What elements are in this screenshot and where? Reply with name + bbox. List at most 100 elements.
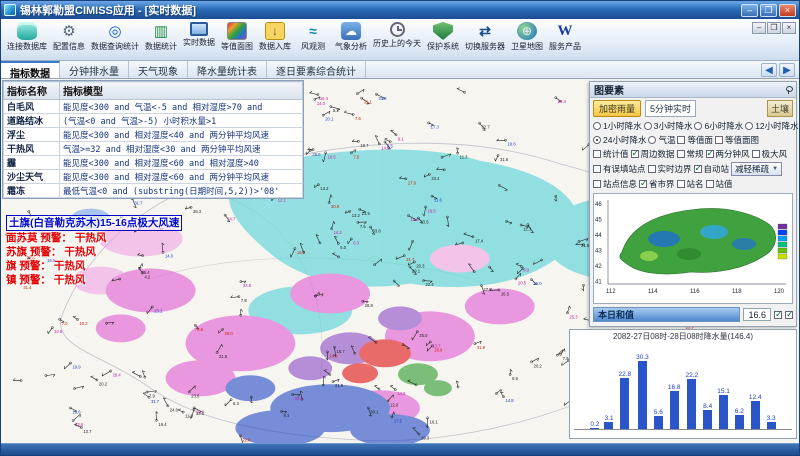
wind-obs-icon: ≈ [303, 22, 323, 40]
toolbar-realtime-data[interactable]: 实时数据 [180, 21, 218, 53]
svg-text:30.1: 30.1 [370, 410, 379, 415]
realtime-data-icon [190, 22, 208, 36]
child-restore-button[interactable]: ❐ [767, 22, 781, 34]
option-两分钟风[interactable]: 两分钟风 [706, 148, 750, 160]
radio-1小时降水 [593, 122, 601, 130]
svg-text:41: 41 [595, 280, 602, 286]
toolbar-data-stats[interactable]: ▥数据统计 [142, 21, 180, 53]
option-6小时降水[interactable]: 6小时降水 [694, 120, 743, 132]
svg-text:27.8: 27.8 [483, 287, 492, 292]
svg-text:20.9: 20.9 [331, 204, 340, 209]
svg-text:31.1: 31.1 [364, 100, 373, 105]
five-min-realtime-button[interactable]: 5分钟实时 [645, 100, 696, 117]
option-有误填站点[interactable]: 有误填站点 [593, 163, 646, 175]
chart-bar-group: 5.6 [654, 409, 663, 429]
option-极大风[interactable]: 极大风 [752, 148, 788, 160]
svg-text:25.3: 25.3 [570, 314, 579, 319]
option-气温[interactable]: 气温 [648, 134, 675, 146]
option-省市界[interactable]: 省市界 [639, 178, 675, 190]
bar-value-label: 6.2 [735, 408, 744, 415]
toolbar-data-query-stats[interactable]: ◎数据查询统计 [88, 21, 142, 53]
svg-text:17.5: 17.5 [394, 419, 403, 424]
toolbar-protect-system[interactable]: 保护系统 [424, 21, 462, 53]
option-3小时降水[interactable]: 3小时降水 [644, 120, 693, 132]
option-等值面[interactable]: 等值面 [677, 134, 713, 146]
soil-tab[interactable]: 土壤 [767, 100, 793, 117]
svg-text:6.3: 6.3 [353, 240, 359, 245]
encrypted-rain-button[interactable]: 加密雨量 [593, 100, 641, 117]
toolbar-data-import[interactable]: ↓数据入库 [256, 21, 294, 53]
option-减轻稀疏[interactable]: 减轻稀疏 [731, 162, 782, 176]
svg-text:8.5: 8.5 [512, 376, 518, 381]
svg-text:18.7: 18.7 [360, 143, 369, 148]
tab-天气现象[interactable]: 天气现象 [129, 61, 188, 78]
option-站值[interactable]: 站值 [706, 178, 733, 190]
option-周边数据[interactable]: 周边数据 [631, 148, 675, 160]
status-bar [1, 443, 799, 455]
svg-text:14.9: 14.9 [329, 353, 338, 358]
option-统计值[interactable]: 统计值 [593, 148, 629, 160]
pin-icon[interactable] [785, 86, 792, 93]
option-自动站[interactable]: 自动站 [694, 163, 730, 175]
app-window: 锡林郭勒盟CIMISS应用 - [实时数据] – ❐ × 连接数据库⚙配置信息◎… [0, 0, 800, 456]
tab-分钟排水量[interactable]: 分钟排水量 [60, 61, 129, 78]
bar [620, 378, 629, 429]
tab-降水量统计表[interactable]: 降水量统计表 [188, 61, 267, 78]
checkbox-周边数据 [631, 150, 639, 158]
indicator-row[interactable]: 沙尘天气能见度<300 and 相对湿度<60 and 两分钟平均风速 [4, 170, 303, 184]
tab-scroll-left-icon[interactable]: ◀ [761, 63, 777, 77]
toolbar-service-products[interactable]: W服务产品 [546, 21, 584, 53]
svg-text:7.8: 7.8 [241, 298, 247, 303]
option-24小时降水[interactable]: 24小时降水 [593, 134, 646, 146]
protect-system-icon [433, 22, 453, 40]
toolbar-switch-server[interactable]: ⇄切换服务器 [462, 21, 508, 53]
option-实时边界[interactable]: 实时边界 [648, 163, 692, 175]
svg-text:23.4: 23.4 [558, 99, 567, 104]
option-12小时降水[interactable]: 12小时降水 [745, 120, 798, 132]
app-icon [4, 4, 16, 16]
toolbar-satellite-map[interactable]: ⊕卫星地图 [508, 21, 546, 53]
indicator-row[interactable]: 霾能见度<300 and 相对湿度<60 and 相对湿度>40 [4, 156, 303, 170]
tab-逐日要素综合统计[interactable]: 逐日要素综合统计 [267, 61, 366, 78]
svg-text:7.6: 7.6 [353, 154, 359, 159]
data-query-stats-icon: ◎ [105, 22, 125, 40]
checkbox-自动站 [694, 165, 702, 173]
minimize-button[interactable]: – [741, 4, 758, 17]
child-close-button[interactable]: × [782, 22, 796, 34]
svg-text:9.1: 9.1 [398, 136, 404, 141]
toolbar-history-today[interactable]: 历史上的今天 [370, 21, 424, 53]
chart-bar-group: 16.8 [668, 384, 681, 429]
mini-map[interactable]: 112114116118120464544434241 [593, 193, 793, 304]
indicator-row[interactable]: 霜冻最低气温<0 and (substring(日期时间,5,2))>'08' [4, 184, 303, 198]
tab-scroll-right-icon[interactable]: ▶ [779, 63, 795, 77]
checkbox-等值面 [677, 136, 685, 144]
indicator-row[interactable]: 道路结冰(气温<0 and 气温>-5) 小时积水量>1 [4, 114, 303, 128]
svg-text:5.0: 5.0 [340, 245, 346, 250]
indicator-row[interactable]: 干热风气温>=32 and 相对湿度<30 and 两分钟平均风速 [4, 142, 303, 156]
toolbar-connect-database[interactable]: 连接数据库 [4, 21, 50, 53]
daily-sum-bar: 本日和值 [593, 307, 740, 322]
tab-指标数据[interactable]: 指标数据 [1, 61, 60, 78]
option-1小时降水[interactable]: 1小时降水 [593, 120, 642, 132]
daily-check-1[interactable] [774, 311, 782, 319]
option-常规[interactable]: 常规 [677, 148, 704, 160]
svg-text:14.8: 14.8 [505, 398, 514, 403]
toolbar-wind-obs[interactable]: ≈风观测 [294, 21, 332, 53]
indicator-row[interactable]: 白毛风能见度<300 and 气温<-5 and 相对湿度>70 and [4, 100, 303, 114]
chart-bar-group: 15.1 [717, 388, 730, 429]
svg-text:26.0: 26.0 [533, 281, 542, 286]
history-today-icon [390, 22, 405, 37]
toolbar-weather-analysis[interactable]: ☁气象分析 [332, 21, 370, 53]
panel-header: 图要素 [590, 82, 796, 98]
toolbar-contour-map[interactable]: 等值面图 [218, 21, 256, 53]
toolbar-config-info[interactable]: ⚙配置信息 [50, 21, 88, 53]
daily-check-2[interactable] [785, 311, 793, 319]
child-minimize-button[interactable]: – [752, 22, 766, 34]
indicator-row[interactable]: 浮尘能见度<300 and 相对湿度<40 and 两分钟平均风速 [4, 128, 303, 142]
option-等值面图[interactable]: 等值面图 [715, 134, 759, 146]
maximize-button[interactable]: ❐ [760, 4, 777, 17]
close-button[interactable]: × [779, 4, 796, 17]
svg-text:6.3: 6.3 [233, 401, 239, 406]
option-站点信息[interactable]: 站点信息 [593, 178, 637, 190]
option-站名[interactable]: 站名 [677, 178, 704, 190]
